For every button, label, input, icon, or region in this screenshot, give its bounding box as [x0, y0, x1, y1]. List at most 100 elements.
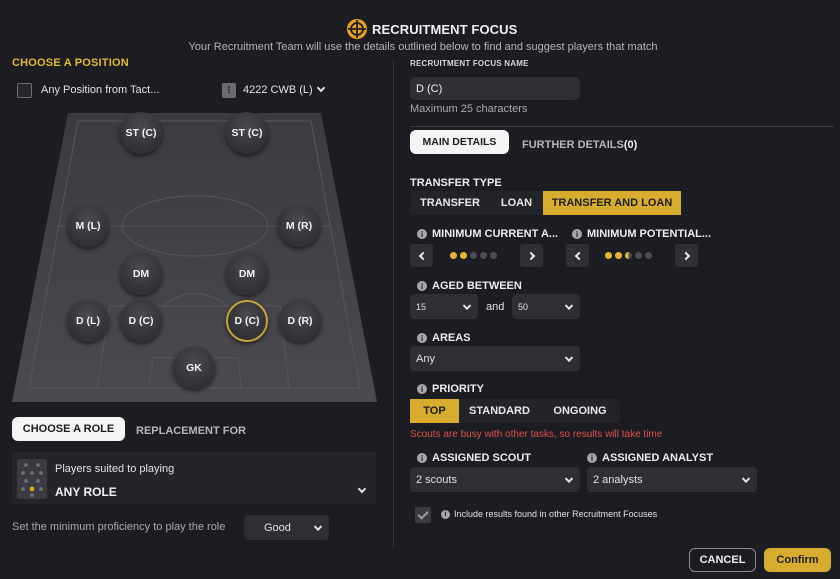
age-and-label: and [486, 301, 505, 313]
any-position-checkbox[interactable] [17, 83, 32, 98]
priority-segmented: TOP STANDARD ONGOING [410, 399, 620, 423]
assigned-scout-value: 2 scouts [416, 473, 457, 486]
min-potential-ability-text: MINIMUM POTENTIAL... [587, 228, 712, 240]
chevron-down-icon [564, 474, 574, 483]
tab-replacement-for[interactable]: REPLACEMENT FOR [136, 425, 246, 437]
cancel-button[interactable]: CANCEL [689, 548, 756, 572]
transfer-type-transfer-and-loan[interactable]: TRANSFER AND LOAN [543, 191, 681, 215]
star-icon [605, 252, 612, 259]
pitch-position-d-c-right[interactable]: D (C) [226, 300, 268, 342]
tab-further-details[interactable]: FURTHER DETAILS (0) [522, 139, 637, 151]
pitch-position-m-l[interactable]: M (L) [67, 205, 109, 247]
current-ability-increase-button[interactable] [520, 244, 543, 267]
column-divider [393, 60, 394, 548]
chevron-down-icon [316, 83, 326, 93]
priority-text: PRIORITY [432, 383, 484, 395]
include-other-focuses-checkbox[interactable] [415, 507, 431, 523]
priority-top[interactable]: TOP [410, 399, 459, 423]
assigned-scout-label: i ASSIGNED SCOUT [417, 452, 531, 464]
priority-label: i PRIORITY [417, 383, 484, 395]
assigned-analyst-value: 2 analysts [593, 473, 643, 486]
info-icon: i [417, 229, 427, 239]
chevron-down-icon [564, 301, 574, 310]
age-max-dropdown[interactable]: 50 [512, 294, 580, 319]
assigned-scout-text: ASSIGNED SCOUT [432, 452, 532, 464]
tab-further-details-count: (0) [623, 139, 638, 151]
pitch-position-d-l[interactable]: D (L) [67, 300, 109, 342]
any-position-label: Any Position from Tact... [41, 84, 160, 96]
potential-ability-increase-button[interactable] [675, 244, 698, 267]
potential-ability-stars [605, 252, 652, 259]
role-selector[interactable]: Players suited to playing ANY ROLE [12, 452, 376, 504]
role-value: ANY ROLE [55, 485, 117, 499]
star-icon [635, 252, 642, 259]
pitch-position-dm-left[interactable]: DM [120, 253, 162, 295]
proficiency-dropdown[interactable]: Good [244, 515, 329, 540]
pitch-position-gk[interactable]: GK [173, 347, 215, 389]
star-icon [645, 252, 652, 259]
assigned-analyst-text: ASSIGNED ANALYST [602, 452, 714, 464]
proficiency-value: Good [264, 521, 291, 534]
pitch-position-m-r[interactable]: M (R) [278, 205, 320, 247]
pitch-position-st-c-right[interactable]: ST (C) [226, 112, 268, 154]
transfer-type-label: TRANSFER TYPE [410, 177, 502, 189]
transfer-type-loan[interactable]: LOAN [490, 191, 543, 215]
age-max-value: 50 [518, 301, 529, 312]
priority-standard[interactable]: STANDARD [459, 399, 540, 423]
page-subtitle: Your Recruitment Team will use the detai… [188, 41, 658, 53]
include-other-focuses-row: i Include results found in other Recruit… [441, 509, 657, 519]
info-icon: i [417, 453, 427, 463]
star-icon [460, 252, 467, 259]
transfer-type-transfer[interactable]: TRANSFER [410, 191, 490, 215]
assigned-analyst-label: i ASSIGNED ANALYST [587, 452, 713, 464]
priority-ongoing[interactable]: ONGOING [540, 399, 620, 423]
assigned-scout-dropdown[interactable]: 2 scouts [410, 467, 580, 492]
focus-name-input[interactable]: D (C) [410, 77, 580, 100]
priority-warning: Scouts are busy with other tasks, so res… [410, 429, 663, 440]
star-icon [480, 252, 487, 259]
chevron-down-icon [462, 301, 472, 310]
info-icon: i [417, 281, 427, 291]
pitch-position-dm-right[interactable]: DM [226, 253, 268, 295]
star-icon [615, 252, 622, 259]
info-icon: i [572, 229, 582, 239]
pitch-position-d-c-left[interactable]: D (C) [120, 300, 162, 342]
star-icon [470, 252, 477, 259]
current-ability-decrease-button[interactable] [410, 244, 433, 267]
pitch-position-d-r[interactable]: D (R) [279, 300, 321, 342]
age-min-value: 15 [416, 301, 427, 312]
choose-position-title: CHOOSE A POSITION [12, 57, 129, 69]
transfer-type-segmented: TRANSFER LOAN TRANSFER AND LOAN [410, 191, 681, 215]
areas-value: Any [416, 352, 435, 365]
aged-between-label: i AGED BETWEEN [417, 280, 522, 292]
potential-ability-decrease-button[interactable] [566, 244, 589, 267]
tab-main-details[interactable]: MAIN DETAILS [410, 130, 509, 154]
chevron-down-icon [313, 522, 323, 531]
role-pitch-icon [17, 459, 47, 499]
star-icon [490, 252, 497, 259]
divider [410, 126, 834, 127]
tab-further-details-label: FURTHER DETAILS [522, 139, 624, 151]
tab-choose-role[interactable]: CHOOSE A ROLE [12, 417, 125, 441]
areas-label: i AREAS [417, 332, 471, 344]
info-icon: i [587, 453, 597, 463]
areas-dropdown[interactable]: Any [410, 346, 580, 371]
tactic-label: 4222 CWB (L) [243, 84, 313, 96]
info-icon: i [441, 509, 450, 519]
age-min-dropdown[interactable]: 15 [410, 294, 478, 319]
aged-between-text: AGED BETWEEN [432, 280, 522, 292]
tactic-icon: ⁝ [222, 83, 236, 98]
chevron-left-icon [418, 251, 427, 260]
min-current-ability-text: MINIMUM CURRENT A... [432, 228, 559, 240]
assigned-analyst-dropdown[interactable]: 2 analysts [587, 467, 757, 492]
confirm-button[interactable]: Confirm [764, 548, 831, 572]
min-current-ability-label: i MINIMUM CURRENT A... [417, 228, 558, 240]
chevron-down-icon [741, 474, 751, 483]
page-title: RECRUITMENT FOCUS [372, 22, 518, 37]
tactic-selector[interactable]: ⁝ 4222 CWB (L) [222, 82, 332, 100]
min-potential-ability-label: i MINIMUM POTENTIAL... [572, 228, 711, 240]
pitch-position-st-c-left[interactable]: ST (C) [120, 112, 162, 154]
crosshair-icon [347, 19, 367, 39]
chevron-down-icon [564, 353, 574, 362]
star-icon [450, 252, 457, 259]
